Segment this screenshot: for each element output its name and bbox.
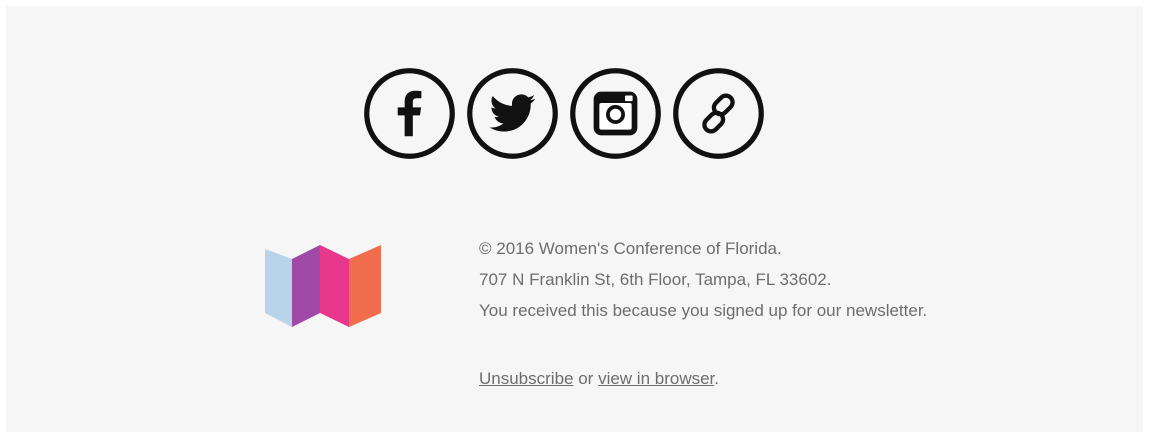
instagram-icon [570,68,661,159]
social-links [362,66,766,166]
footer-links: Unsubscribe or view in browser. [479,363,927,394]
view-in-browser-link[interactable]: view in browser [598,369,714,388]
website-link[interactable] [671,66,766,161]
copyright-text: © 2016 Women's Conference of Florida. [479,239,782,258]
newsletter-footer: © 2016 Women's Conference of Florida. 70… [6,6,1143,432]
period-text: . [714,369,720,388]
twitter-icon [467,68,558,159]
twitter-link[interactable] [465,66,560,161]
facebook-icon [364,68,455,159]
footer-text: © 2016 Women's Conference of Florida. 70… [479,233,927,394]
subscription-reason: You received this because you signed up … [479,301,928,320]
address-text: 707 N Franklin St, 6th Floor, Tampa, FL … [479,270,832,289]
instagram-link[interactable] [568,66,663,161]
or-text: or [573,369,599,388]
link-icon [673,68,764,159]
facebook-link[interactable] [362,66,457,161]
wcf-logo [265,245,381,327]
unsubscribe-link[interactable]: Unsubscribe [479,369,574,388]
